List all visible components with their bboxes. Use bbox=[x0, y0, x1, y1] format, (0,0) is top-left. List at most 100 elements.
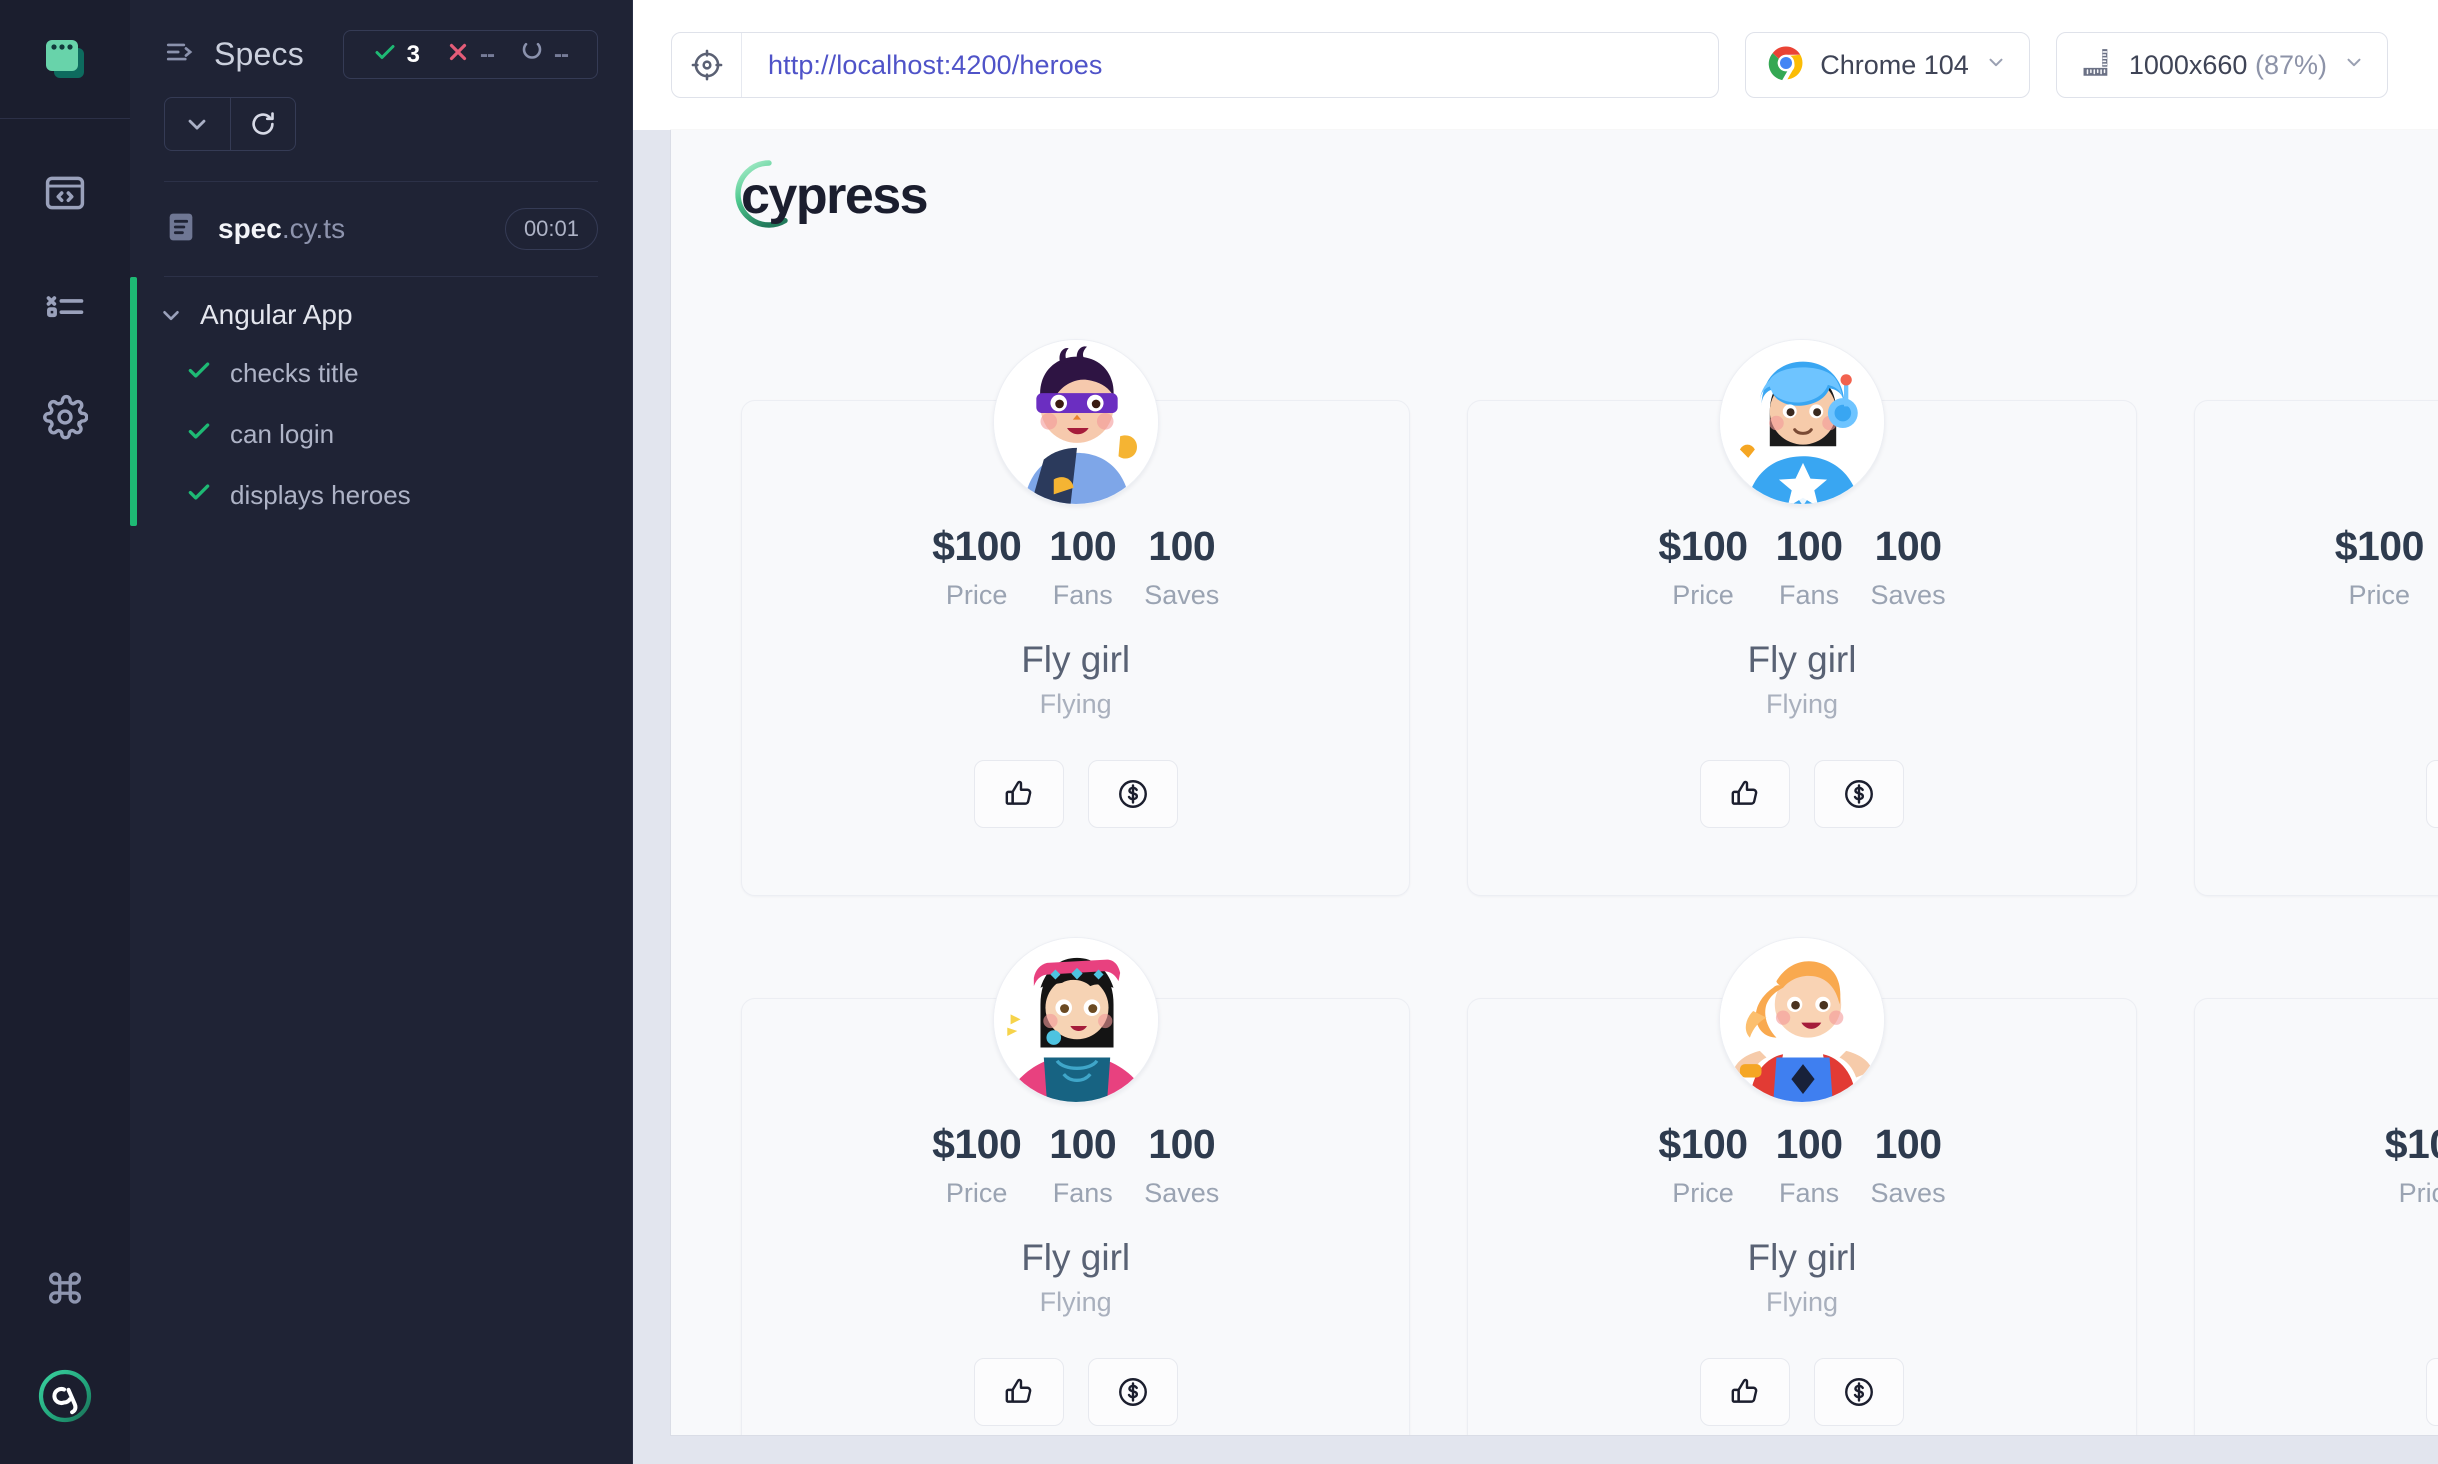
like-button[interactable] bbox=[2426, 1358, 2438, 1426]
suite-header[interactable]: Angular App bbox=[130, 277, 632, 343]
viewport-size: 1000x660 bbox=[2128, 49, 2248, 80]
cypress-brand-logo: cypress bbox=[727, 155, 959, 233]
hero-card[interactable]: $100 Price 100 Fans 100 Saves bbox=[741, 339, 1411, 896]
hero-card[interactable]: $100 Price 100 Fans 100 Saves bbox=[1467, 937, 2137, 1435]
thumbs-up-icon bbox=[1731, 1378, 1758, 1403]
hero-fans-value: 100 bbox=[1775, 1121, 1843, 1167]
hero-name: Fly girl bbox=[1747, 1237, 1857, 1278]
test-label: displays heroes bbox=[230, 480, 411, 510]
spec-panel-title: Specs bbox=[214, 36, 304, 72]
stat-pending: -- bbox=[507, 40, 581, 69]
rail-bottom-items bbox=[0, 1252, 130, 1432]
buy-button[interactable] bbox=[1813, 760, 1904, 828]
buy-button[interactable] bbox=[1813, 1358, 1904, 1426]
hero-name: Fly girl bbox=[1021, 639, 1131, 680]
cypress-cy-badge-icon[interactable] bbox=[29, 1360, 101, 1432]
hero-stats: $100 Price 100 Fans 100 Saves bbox=[2371, 1121, 2438, 1209]
like-button[interactable] bbox=[1699, 760, 1790, 828]
hero-card[interactable]: $100 Price 100 Fans 100 Saves bbox=[741, 937, 1411, 1435]
hero-fans-caption: Fans bbox=[1779, 1178, 1840, 1208]
dollar-coin-icon bbox=[1118, 780, 1147, 808]
hero-price-value: $100 bbox=[2384, 1121, 2438, 1167]
rail-top bbox=[28, 0, 102, 96]
collapse-all-button[interactable] bbox=[165, 98, 230, 150]
thumbs-up-icon bbox=[1731, 780, 1758, 805]
specs-arrow-icon bbox=[164, 35, 198, 74]
spec-file-row[interactable]: spec.cy.ts 00:01 bbox=[130, 182, 632, 276]
keyboard-shortcuts-icon[interactable] bbox=[29, 1252, 101, 1324]
runner-area: http://localhost:4200/heroes Chrome 104 bbox=[633, 0, 2438, 1464]
spec-panel: Specs 3 -- -- spec.cy.ts 00:01 Angular A… bbox=[130, 0, 633, 1464]
specs-code-icon[interactable] bbox=[29, 157, 101, 229]
hero-card-slot: $100 Price 100 Fans 100 Saves bbox=[741, 338, 1411, 896]
buy-button[interactable] bbox=[1087, 760, 1178, 828]
hero-card[interactable]: $100 Price 100 Fans 100 Saves bbox=[1467, 339, 2137, 896]
hero-card-slot: $100 Price 100 Fans 100 Saves bbox=[741, 936, 1411, 1435]
stat-passed-value: 3 bbox=[406, 40, 421, 68]
check-icon bbox=[186, 357, 212, 390]
hero-fans: 100 Fans bbox=[1035, 523, 1130, 611]
browser-selector[interactable]: Chrome 104 bbox=[1745, 32, 2030, 98]
hero-price-value: $100 bbox=[2334, 523, 2425, 569]
hero-actions bbox=[1699, 1358, 1904, 1426]
viewport-scale: (87%) bbox=[2254, 49, 2327, 80]
like-button[interactable] bbox=[973, 1358, 1064, 1426]
browser-label: Chrome 104 bbox=[1820, 49, 1969, 80]
test-row-can-login[interactable]: can login bbox=[130, 404, 632, 465]
hero-card[interactable]: $100 Price 1,000.0M Fans 100 Saves bbox=[2193, 400, 2438, 896]
rerun-button[interactable] bbox=[229, 98, 296, 150]
like-button[interactable] bbox=[1699, 1358, 1790, 1426]
url-input[interactable]: http://localhost:4200/heroes bbox=[671, 32, 1720, 98]
hero-card-slot: $100 Price 100 Fans 100 Saves bbox=[1467, 338, 2137, 896]
suite-status-bar bbox=[130, 277, 137, 526]
hero-power: Flying bbox=[1039, 1287, 1112, 1317]
hero-avatar-purple-mask bbox=[992, 339, 1159, 505]
hero-stats: $100 Price 100 Fans 100 Saves bbox=[918, 1121, 1233, 1209]
like-button[interactable] bbox=[973, 760, 1064, 828]
hero-saves-caption: Saves bbox=[1870, 1178, 1946, 1208]
aut-stage: cypress Login bbox=[633, 130, 2438, 1464]
hero-price-caption: Price bbox=[1672, 1178, 1734, 1208]
runs-list-icon[interactable] bbox=[29, 269, 101, 341]
rail-nav-items bbox=[29, 119, 101, 453]
dollar-coin-icon bbox=[1845, 1378, 1873, 1406]
spec-file-icon bbox=[164, 210, 198, 249]
svg-text:cypress: cypress bbox=[741, 167, 927, 225]
hero-card[interactable]: $100 Price 100 Fans 100 Saves bbox=[2193, 998, 2438, 1435]
dollar-coin-icon bbox=[1845, 780, 1873, 808]
chrome-logo-icon bbox=[1768, 45, 1804, 86]
hero-card-slot: $100 Price 100 Fans 100 Saves bbox=[2193, 936, 2438, 1435]
hero-price-caption: Price bbox=[2398, 1178, 2438, 1208]
hero-stats: $100 Price 1,000.0M Fans 100 Saves bbox=[2321, 523, 2438, 611]
test-row-displays-heroes[interactable]: displays heroes bbox=[130, 465, 632, 526]
hero-stats: $100 Price 100 Fans 100 Saves bbox=[1644, 523, 1959, 611]
test-label: checks title bbox=[230, 358, 359, 388]
hero-name: Fly girl bbox=[1021, 1237, 1131, 1278]
like-button[interactable] bbox=[2426, 760, 2438, 828]
hero-fans-caption: Fans bbox=[1052, 1178, 1113, 1208]
hero-price-value: $100 bbox=[932, 523, 1022, 569]
hero-price: $100 Price bbox=[918, 1121, 1035, 1209]
settings-gear-icon[interactable] bbox=[29, 381, 101, 453]
hero-card-slot: $100 Price 1,000.0M Fans 100 Saves bbox=[2193, 338, 2438, 896]
stat-pending-value: -- bbox=[554, 40, 569, 68]
cypress-windows-icon[interactable] bbox=[28, 22, 102, 96]
hero-saves-caption: Saves bbox=[1870, 580, 1946, 610]
hero-price-value: $100 bbox=[1658, 1121, 1748, 1167]
spec-file-name: spec.cy.ts bbox=[218, 213, 345, 245]
hero-saves: 100 Saves bbox=[1130, 523, 1233, 611]
selector-playground-icon[interactable] bbox=[672, 33, 742, 97]
buy-button[interactable] bbox=[1087, 1358, 1178, 1426]
icon-rail bbox=[0, 0, 130, 1464]
hero-actions bbox=[973, 1358, 1178, 1426]
hero-saves-value: 100 bbox=[1148, 1121, 1216, 1167]
check-icon bbox=[186, 418, 212, 451]
viewport-selector[interactable]: 1000x660 (87%) bbox=[2055, 32, 2388, 98]
url-bar: http://localhost:4200/heroes Chrome 104 bbox=[633, 0, 2438, 130]
ruler-icon bbox=[2079, 46, 2113, 85]
hero-actions bbox=[2426, 760, 2438, 828]
hero-avatar-black-pink bbox=[992, 937, 1159, 1103]
hero-avatar-orange-hair bbox=[1718, 937, 1885, 1103]
test-row-checks-title[interactable]: checks title bbox=[130, 343, 632, 404]
hero-saves-caption: Saves bbox=[1144, 580, 1220, 610]
